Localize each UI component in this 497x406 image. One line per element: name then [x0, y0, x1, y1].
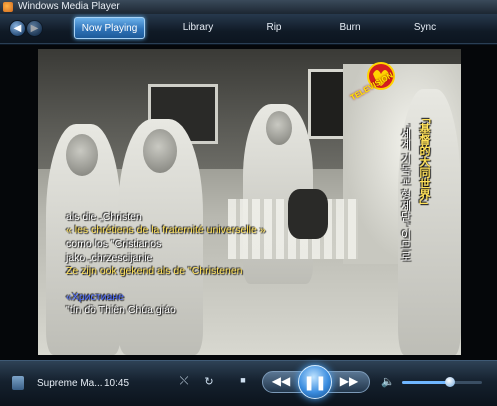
back-arrow-icon: ◀: [13, 23, 22, 34]
video-face-2: [143, 129, 177, 173]
navigation-bar: ◀ ▶ Now Playing Library Rip Burn Sync: [0, 14, 497, 44]
forward-arrow-icon: ▶: [30, 23, 39, 34]
subtitle-korean-vertical: "세계 기독교 형제단" 이므로: [399, 124, 411, 262]
stop-button[interactable]: ■: [236, 375, 250, 385]
tab-rip[interactable]: Rip: [262, 17, 286, 39]
stop-icon: ■: [240, 375, 246, 385]
back-button[interactable]: ◀: [9, 20, 26, 37]
next-button[interactable]: ▶▶: [338, 374, 360, 388]
subtitle-spanish: como los "Cristianos: [66, 238, 162, 250]
subtitle-russian: «Христиане: [66, 291, 124, 303]
volume-thumb[interactable]: [445, 377, 455, 387]
current-media-title: Supreme Ma...: [37, 378, 103, 389]
shuffle-button[interactable]: ⤬: [177, 375, 191, 388]
subtitle-chinese-vertical: 「基督的大同世界」: [418, 112, 430, 211]
volume-slider[interactable]: [402, 381, 482, 384]
tab-now-playing[interactable]: Now Playing: [74, 17, 145, 39]
video-face-3: [266, 111, 292, 145]
subtitle-polish: jako „chrzescijanie: [66, 252, 153, 264]
subtitle-french: « les chrétiens de la fraternité univers…: [66, 224, 266, 236]
shuffle-icon: ⤬: [179, 375, 189, 387]
tab-library[interactable]: Library: [178, 17, 218, 39]
tab-burn[interactable]: Burn: [335, 17, 365, 39]
playback-time: 10:45: [104, 378, 130, 389]
video-face-1: [66, 134, 98, 176]
rewind-icon: ◀◀: [271, 374, 291, 388]
tab-sync[interactable]: Sync: [410, 17, 440, 39]
forward-button[interactable]: ▶: [26, 20, 43, 37]
video-dark-object: [288, 189, 328, 239]
subtitle-german: als die „Christen: [66, 211, 142, 223]
mute-button[interactable]: 🔈: [381, 375, 395, 388]
subtitle-dutch: Ze zijn ook gekend als de "Christenen: [66, 265, 243, 277]
repeat-icon: ↻: [204, 376, 214, 388]
fast-forward-icon: ▶▶: [339, 374, 359, 388]
title-bar: Windows Media Player: [0, 0, 497, 14]
volume-fill: [402, 381, 450, 384]
previous-button[interactable]: ◀◀: [270, 374, 292, 388]
repeat-button[interactable]: ↻: [202, 375, 216, 388]
subtitle-vietnamese: "tín đồ Thiên Chúa giáo: [66, 304, 176, 316]
media-player-icon: [3, 2, 13, 12]
media-info-icon[interactable]: [12, 376, 24, 390]
video-window-right: [308, 69, 348, 139]
speaker-icon: 🔈: [381, 376, 395, 388]
pause-icon: ❚❚: [303, 374, 327, 390]
window-title: Windows Media Player: [18, 1, 120, 12]
pause-button[interactable]: ❚❚: [298, 365, 332, 399]
